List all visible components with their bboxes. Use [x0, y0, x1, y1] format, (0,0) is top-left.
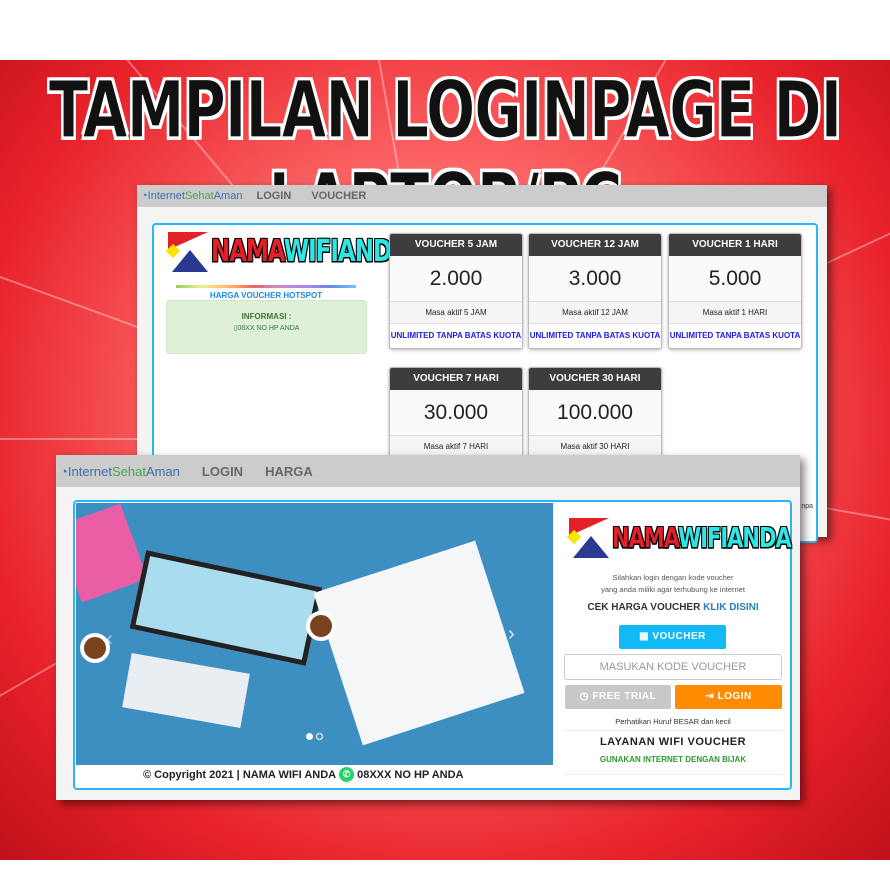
- logo: NAMAWIFIANDA: [165, 232, 409, 272]
- divider: [564, 774, 782, 775]
- voucher-button[interactable]: ▦ VOUCHER: [619, 625, 726, 649]
- service-subtitle: GUNAKAN INTERNET DENGAN BIJAK: [599, 755, 747, 764]
- intro-text: Silahkan login dengan kode voucher yang a…: [601, 573, 745, 594]
- content-panel: ‹ › © Copyright 2021 | NAMA WIFI ANDA ✆ …: [73, 500, 792, 790]
- laptop-image: [313, 540, 525, 746]
- navbar: ◔InternetSehatAman LOGIN HARGA: [56, 455, 800, 487]
- nav-login[interactable]: LOGIN: [256, 190, 291, 202]
- service-title: LAYANAN WIFI VOUCHER: [599, 736, 747, 748]
- navbar: ◔InternetSehatAman LOGIN VOUCHER: [137, 185, 827, 207]
- clock-icon: ◷: [579, 691, 590, 702]
- voucher-card[interactable]: VOUCHER 1 HARI 5.000 Masa aktif 1 HARI UNLI…: [668, 233, 802, 349]
- login-page-window: ◔InternetSehatAman LOGIN HARGA ‹ › © Cop…: [56, 455, 800, 800]
- slide-dot[interactable]: [316, 733, 323, 740]
- brand-link[interactable]: ◔InternetSehatAman: [60, 464, 180, 479]
- info-box: INFORMASI : ▯08XX NO HP ANDA: [166, 300, 367, 354]
- info-title: INFORMASI :: [241, 312, 292, 321]
- qr-icon: ▦: [639, 631, 650, 642]
- divider: [564, 730, 782, 731]
- slide-dot-active[interactable]: [306, 733, 313, 740]
- whatsapp-icon: ✆: [339, 767, 355, 782]
- voucher-code-input[interactable]: MASUKAN KODE VOUCHER: [564, 654, 782, 680]
- sign-in-icon: ⇥: [705, 691, 715, 702]
- nav-login[interactable]: LOGIN: [202, 464, 243, 479]
- klik-disini-link[interactable]: KLIK DISINI: [703, 602, 759, 613]
- footer: © Copyright 2021 | NAMA WIFI ANDA ✆ 08XX…: [143, 767, 464, 782]
- case-note: Perhatikan Huruf BESAR dan kecil: [615, 717, 731, 726]
- cut-text: npa: [801, 503, 813, 510]
- next-slide-icon[interactable]: ›: [508, 623, 515, 646]
- login-panel: NAMAWIFIANDA Silahkan login dengan kode …: [554, 502, 792, 788]
- harga-label: HARGA VOUCHER HOTSPOT: [209, 291, 323, 300]
- hero-slider: ‹ ›: [76, 503, 553, 765]
- cek-harga: CEK HARGA VOUCHER KLIK DISINI: [587, 602, 759, 613]
- voucher-card[interactable]: VOUCHER 5 JAM 2.000 Masa aktif 5 JAM UNLIMI…: [389, 233, 523, 349]
- monitor-image: [129, 550, 323, 666]
- nav-voucher[interactable]: VOUCHER: [311, 190, 366, 202]
- prev-slide-icon[interactable]: ‹: [106, 628, 113, 651]
- free-trial-button[interactable]: ◷ FREE TRIAL: [565, 685, 671, 709]
- keyboard-image: [122, 652, 250, 729]
- color-bar: [176, 285, 356, 288]
- brand-link[interactable]: ◔InternetSehatAman: [141, 190, 242, 202]
- logo: NAMAWIFIANDA: [566, 518, 792, 558]
- coffee-image: [306, 611, 336, 641]
- nav-harga[interactable]: HARGA: [265, 464, 313, 479]
- login-button[interactable]: ⇥ LOGIN: [675, 685, 782, 709]
- voucher-card[interactable]: VOUCHER 12 JAM 3.000 Masa aktif 12 JAM UNLI…: [528, 233, 662, 349]
- info-phone: ▯08XX NO HP ANDA: [233, 325, 300, 332]
- notebook-image: [76, 503, 148, 603]
